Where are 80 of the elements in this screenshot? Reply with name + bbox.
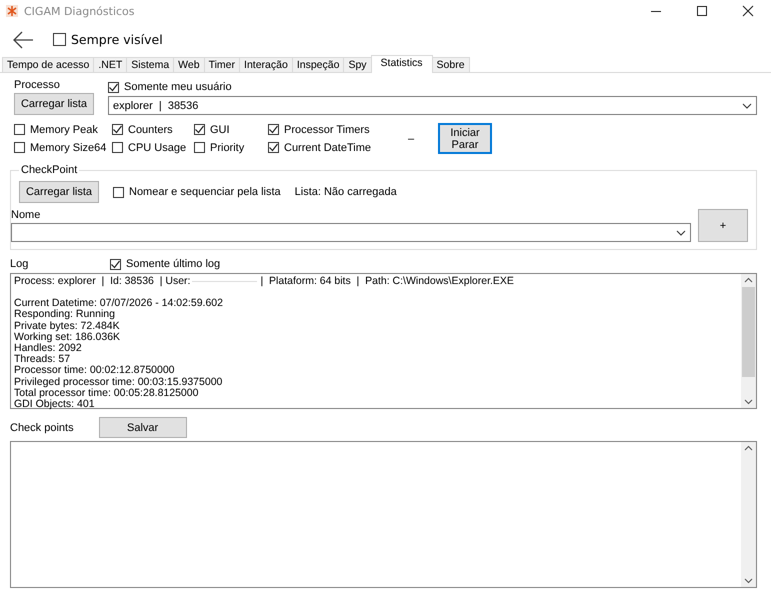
tab[interactable]: Sobre	[432, 57, 470, 72]
load-list-button[interactable]: Carregar lista	[19, 181, 99, 203]
checkbox[interactable]	[268, 142, 279, 153]
checkbox[interactable]	[112, 124, 123, 135]
checkbox[interactable]	[108, 82, 119, 92]
log-line: GDI Objects: 401	[14, 399, 96, 410]
dash-label: –	[408, 132, 416, 144]
tab[interactable]: Inspeção	[292, 57, 344, 72]
scroll-down-icon[interactable]	[744, 578, 753, 584]
tab[interactable]: .NET	[93, 57, 128, 72]
tab[interactable]: Sistema	[126, 57, 174, 72]
log-line: Processor time: 00:02:12.8750000	[14, 365, 176, 377]
log-line: Private bytes: 72.484K	[14, 320, 121, 332]
checkbox-label: Somente meu usuário	[124, 81, 232, 93]
group-title: CheckPoint	[19, 164, 80, 176]
add-button[interactable]: +	[698, 209, 748, 242]
checkmark-icon	[112, 124, 123, 135]
scrollbar[interactable]	[741, 274, 756, 408]
start-stop-button[interactable]: Iniciar Parar	[438, 123, 492, 154]
checkbox[interactable]	[194, 142, 205, 153]
load-list-button[interactable]: Carregar lista	[14, 93, 94, 115]
checkbox[interactable]	[14, 142, 25, 153]
tab[interactable]: Timer	[204, 57, 240, 72]
scroll-down-icon[interactable]	[744, 399, 753, 405]
log-line: Total processor time: 00:05:28.8125000	[14, 388, 200, 400]
log-line: Process: explorer | Id: 38536 | User:	[14, 276, 190, 288]
checkbox-label: Memory Peak	[30, 124, 98, 136]
log-line: Current Datetime: 07/07/2026 - 14:02:59.602	[14, 298, 224, 310]
chevron-down-icon	[742, 102, 752, 108]
tab[interactable]: Interação	[239, 57, 293, 72]
log-line: | Plataform: 64 bits | Path: C:\Windows\Explorer.EXE	[260, 276, 514, 288]
checkbox[interactable]	[53, 33, 66, 46]
name-dropdown[interactable]	[11, 223, 691, 242]
tab[interactable]: Spy	[343, 57, 372, 72]
checkbox-label: Nomear e sequenciar pela lista	[129, 186, 281, 198]
field-label: Processo	[14, 79, 61, 91]
save-button[interactable]: Salvar	[98, 417, 187, 438]
scrollbar[interactable]	[741, 442, 756, 587]
field-label: Check points	[10, 422, 74, 434]
checkbox[interactable]	[268, 124, 279, 135]
tab[interactable]: Tempo de acesso	[2, 57, 94, 72]
checkbox-label: Memory Size64	[30, 142, 106, 154]
checkbox-label: Processor Timers	[284, 124, 370, 136]
checkbox[interactable]	[110, 258, 121, 270]
checkmark-icon	[268, 124, 279, 135]
checkbox-label: Sempre visível	[71, 32, 163, 47]
log-line: Responding: Running	[14, 309, 116, 321]
checkbox-label: Priority	[210, 142, 244, 154]
log-line: Privileged processor time: 00:03:15.9375000	[14, 376, 224, 388]
back-arrow-icon[interactable]	[12, 30, 34, 48]
scroll-thumb[interactable]	[742, 287, 755, 377]
checkbox[interactable]	[112, 142, 123, 153]
checkbox[interactable]	[14, 124, 25, 135]
checkbox-label: Somente último log	[126, 258, 220, 270]
app-logo-icon	[6, 5, 18, 17]
log-line: Threads: 57	[14, 354, 70, 366]
checkbox[interactable]	[194, 124, 205, 135]
checkmark-icon	[194, 124, 205, 135]
checkbox[interactable]	[113, 186, 124, 198]
tab[interactable]: Statistics	[370, 55, 433, 73]
process-dropdown[interactable]: explorer | 38536	[108, 96, 757, 115]
tab[interactable]: Web	[173, 57, 205, 72]
checkbox-label: Current DateTime	[284, 142, 372, 154]
log-line: Working set: 186.036K	[14, 332, 122, 344]
checkbox-label: Counters	[128, 124, 173, 136]
scroll-up-icon[interactable]	[744, 277, 753, 283]
checkbox-label: GUI	[210, 124, 230, 136]
field-label: Nome	[11, 209, 42, 221]
list-status-label: Lista: Não carregada	[294, 186, 397, 198]
log-text-area[interactable]	[10, 273, 757, 409]
scroll-up-icon[interactable]	[744, 445, 753, 451]
check-points-text-area[interactable]	[10, 441, 757, 588]
field-label: Log	[10, 258, 30, 270]
window-title: CIGAM Diagnósticos	[24, 4, 136, 18]
checkbox-label: CPU Usage	[128, 142, 186, 154]
checkmark-icon	[108, 82, 119, 92]
log-line: Handles: 2092	[14, 343, 83, 354]
checkmark-icon	[110, 258, 121, 270]
chevron-down-icon	[676, 230, 686, 236]
checkmark-icon	[268, 142, 279, 153]
